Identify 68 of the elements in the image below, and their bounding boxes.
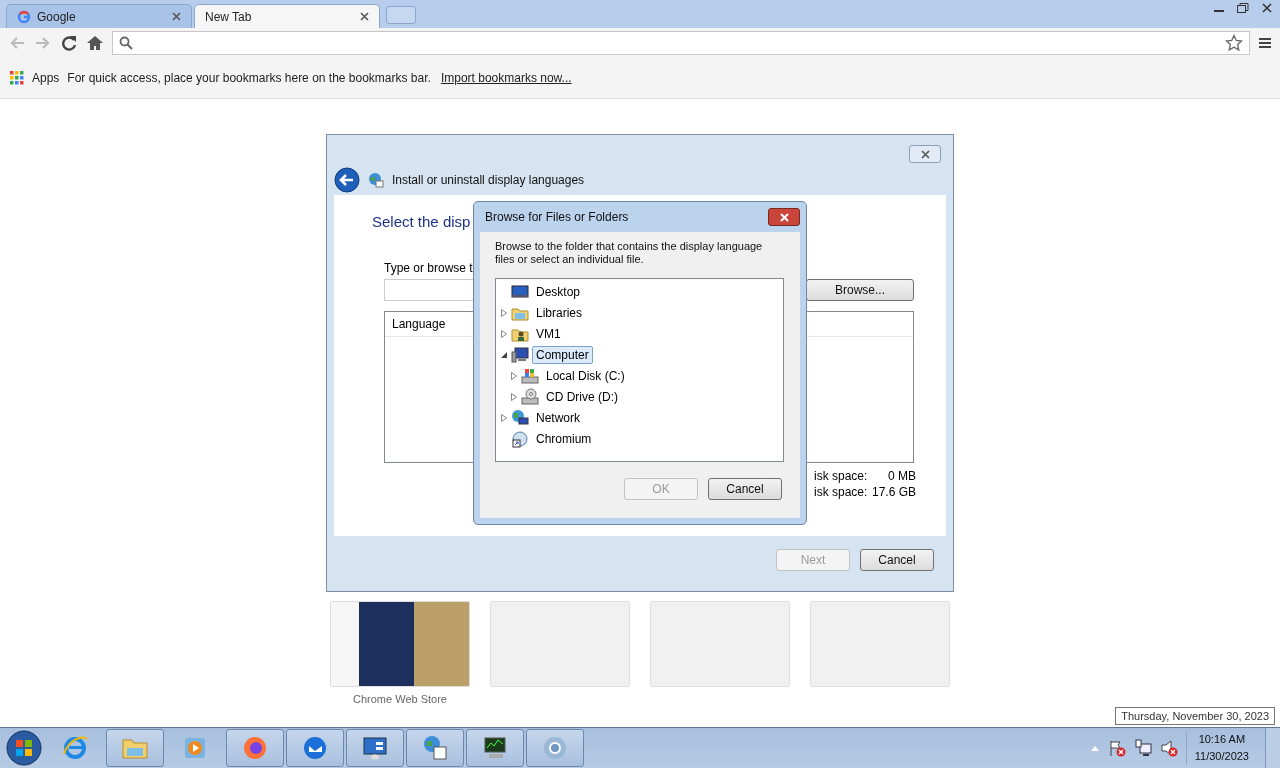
fox-globe-icon[interactable]: [241, 734, 269, 762]
tree-item[interactable]: Chromium: [532, 429, 596, 448]
clock-date: 11/30/2023: [1194, 749, 1249, 764]
window-title: Install or uninstall display languages: [392, 173, 585, 187]
expand-arrow-icon[interactable]: [510, 392, 518, 401]
clock-time: 10:16 AM: [1198, 732, 1246, 747]
dialog-title: Browse for Files or Folders: [485, 210, 629, 224]
date-tooltip: Thursday, November 30, 2023: [1115, 707, 1275, 725]
import-bookmarks-link[interactable]: Import bookmarks now...: [440, 71, 572, 85]
tree-item[interactable]: VM1: [532, 324, 565, 343]
tree-item[interactable]: Libraries: [532, 303, 587, 322]
speaker-muted-icon[interactable]: [1159, 739, 1178, 757]
apps-grid-icon[interactable]: [10, 71, 24, 85]
computer-icon: [511, 345, 529, 364]
close-icon[interactable]: [360, 12, 369, 21]
close-button[interactable]: [909, 145, 941, 163]
menu-icon[interactable]: [1258, 36, 1272, 50]
stat-value: 17.6 GB: [871, 485, 916, 499]
hard-drive-icon: [521, 366, 539, 385]
network-globe-icon: [511, 408, 529, 427]
search-icon: [119, 36, 133, 50]
close-button[interactable]: [768, 208, 800, 226]
desktop-icon: [511, 282, 529, 301]
globe-checklist-icon[interactable]: [421, 734, 449, 762]
browser-tab[interactable]: New Tab: [194, 4, 380, 28]
expand-arrow-icon[interactable]: [500, 329, 508, 338]
control-panel-icon[interactable]: [361, 734, 389, 762]
browse-button[interactable]: Browse...: [806, 279, 914, 301]
expand-arrow-icon[interactable]: [500, 308, 508, 317]
stat-label: isk space:: [814, 469, 868, 483]
close-icon[interactable]: [172, 12, 181, 21]
reload-icon[interactable]: [60, 34, 78, 52]
dialog-button[interactable]: Cancel: [708, 478, 782, 500]
field-label: Type or browse t: [384, 261, 473, 277]
expand-arrow-icon[interactable]: [500, 413, 508, 422]
stat-label: isk space:: [814, 485, 868, 499]
instructions-text: Browse to the folder that contains the display language files or select an individual file.: [495, 240, 764, 266]
google-g-icon: [17, 9, 31, 24]
restore-icon[interactable]: [1236, 2, 1250, 14]
tree-item[interactable]: Network: [532, 408, 584, 427]
close-icon: [920, 149, 930, 159]
page-heading: Select the disp: [372, 213, 471, 232]
apps-link[interactable]: Apps: [32, 71, 60, 85]
tree-item[interactable]: Computer: [532, 345, 593, 364]
network-icon[interactable]: [1133, 739, 1152, 757]
home-icon[interactable]: [86, 34, 104, 52]
close-icon[interactable]: [1260, 2, 1274, 14]
star-icon[interactable]: [1225, 34, 1243, 52]
clock[interactable]: 10:16 AM 11/30/2023: [1185, 731, 1257, 765]
bird-globe-icon[interactable]: [301, 734, 329, 762]
dialog-button[interactable]: Cancel: [860, 549, 934, 571]
browser-tab[interactable]: Google: [6, 4, 192, 28]
flag-error-icon[interactable]: [1107, 739, 1126, 757]
circle-logo-icon[interactable]: [541, 734, 569, 762]
collapse-arrow-icon[interactable]: [500, 350, 508, 359]
cd-drive-icon: [521, 387, 539, 406]
tree-item[interactable]: Desktop: [532, 282, 585, 301]
start-button[interactable]: [4, 729, 44, 767]
tile-title[interactable]: Chrome Web Store: [353, 693, 447, 705]
shortcut-icon: [511, 429, 529, 448]
close-icon: [779, 212, 789, 222]
tree-item[interactable]: Local Disk (C:): [542, 366, 629, 385]
stat-value: 0 MB: [888, 469, 916, 483]
site-thumbnail[interactable]: [330, 601, 470, 687]
bookmarks-hint: For quick access, place your bookmarks here on the bookmarks bar.: [67, 71, 431, 85]
tree-item[interactable]: CD Drive (D:): [542, 387, 622, 406]
expand-arrow-icon[interactable]: [510, 371, 518, 380]
globe-icon: [368, 172, 384, 188]
